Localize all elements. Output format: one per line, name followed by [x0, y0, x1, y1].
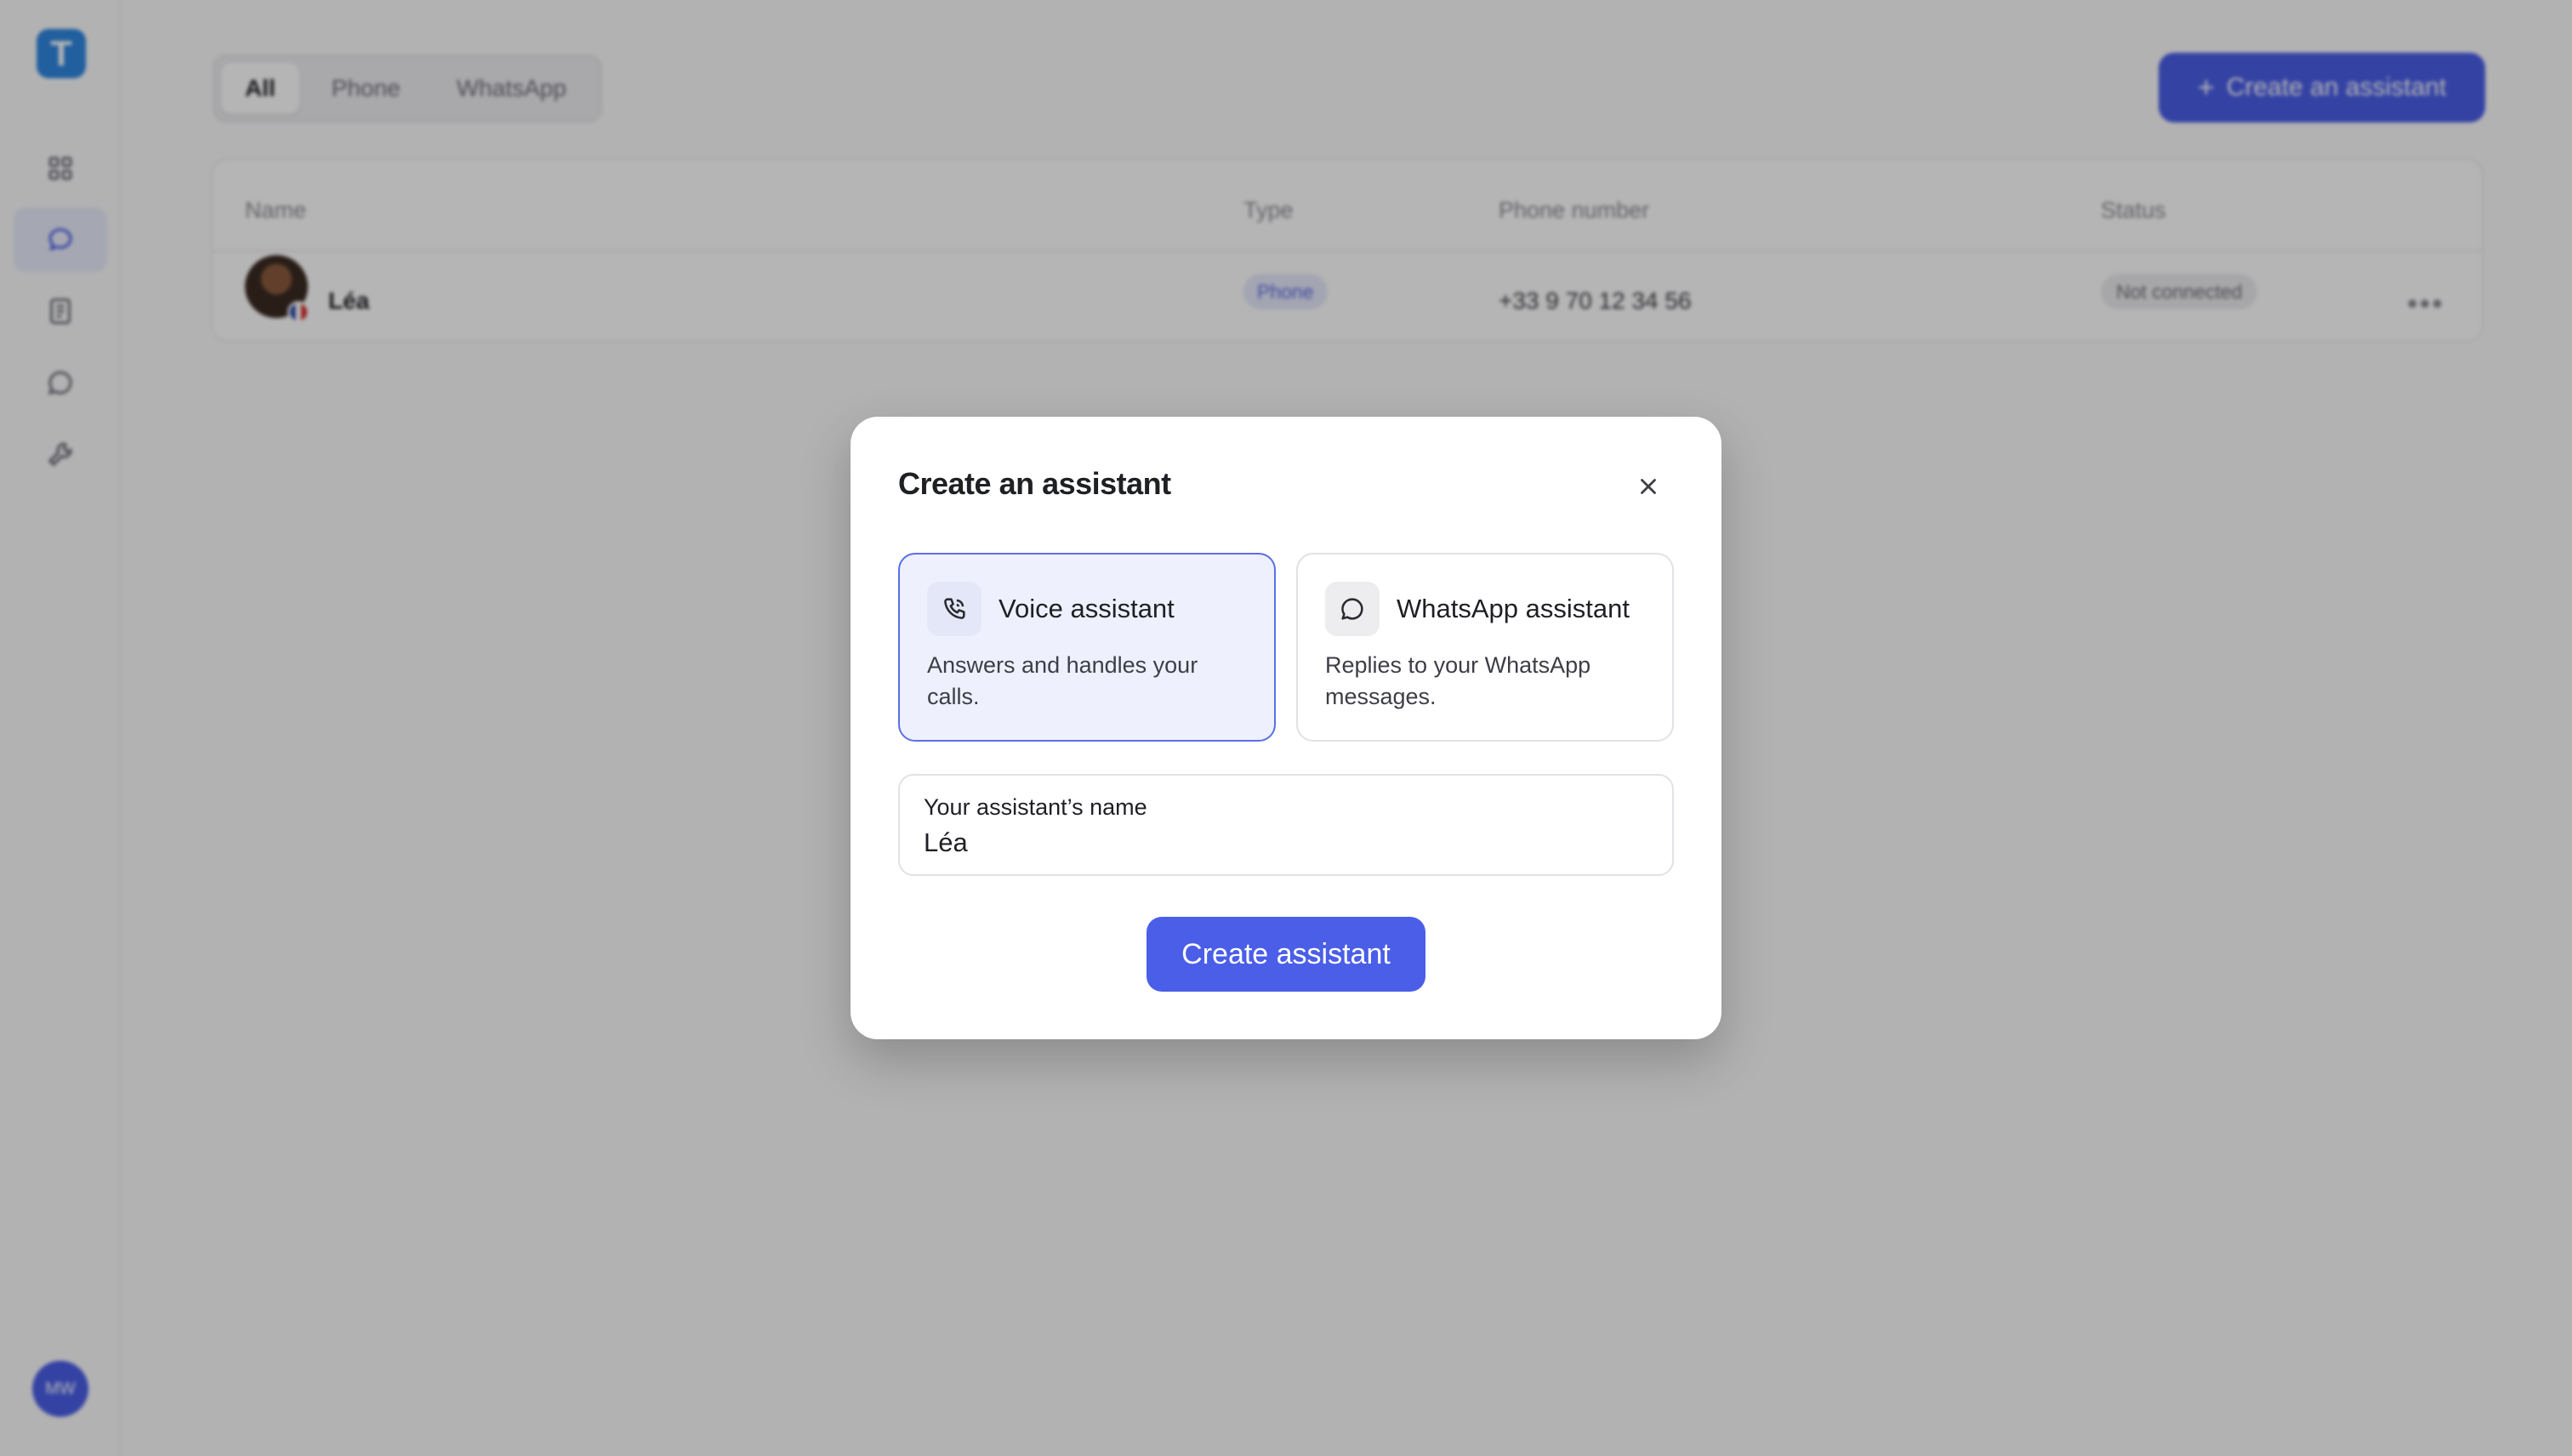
phone-icon: [927, 582, 982, 636]
close-button[interactable]: [1625, 463, 1672, 510]
create-assistant-button[interactable]: Create assistant: [1147, 917, 1425, 992]
assistant-name-label: Your assistant’s name: [924, 794, 1147, 820]
chat-bubble-icon: [1325, 582, 1380, 636]
dialog-title: Create an assistant: [898, 466, 1171, 501]
assistant-name-input[interactable]: [924, 823, 1638, 862]
voice-assistant-option[interactable]: Voice assistant Answers and handles your…: [898, 553, 1276, 742]
voice-assistant-title: Voice assistant: [999, 594, 1175, 623]
whatsapp-assistant-title: WhatsApp assistant: [1397, 594, 1630, 623]
close-icon: [1641, 479, 1656, 494]
whatsapp-assistant-description: Replies to your WhatsApp messages.: [1325, 652, 1591, 709]
voice-assistant-description: Answers and handles your calls.: [927, 652, 1198, 709]
whatsapp-assistant-option[interactable]: WhatsApp assistant Replies to your Whats…: [1296, 553, 1674, 742]
assistant-name-field[interactable]: Your assistant’s name: [898, 774, 1674, 876]
create-assistant-dialog: Create an assistant Voice assistant Answ…: [851, 417, 1721, 1039]
